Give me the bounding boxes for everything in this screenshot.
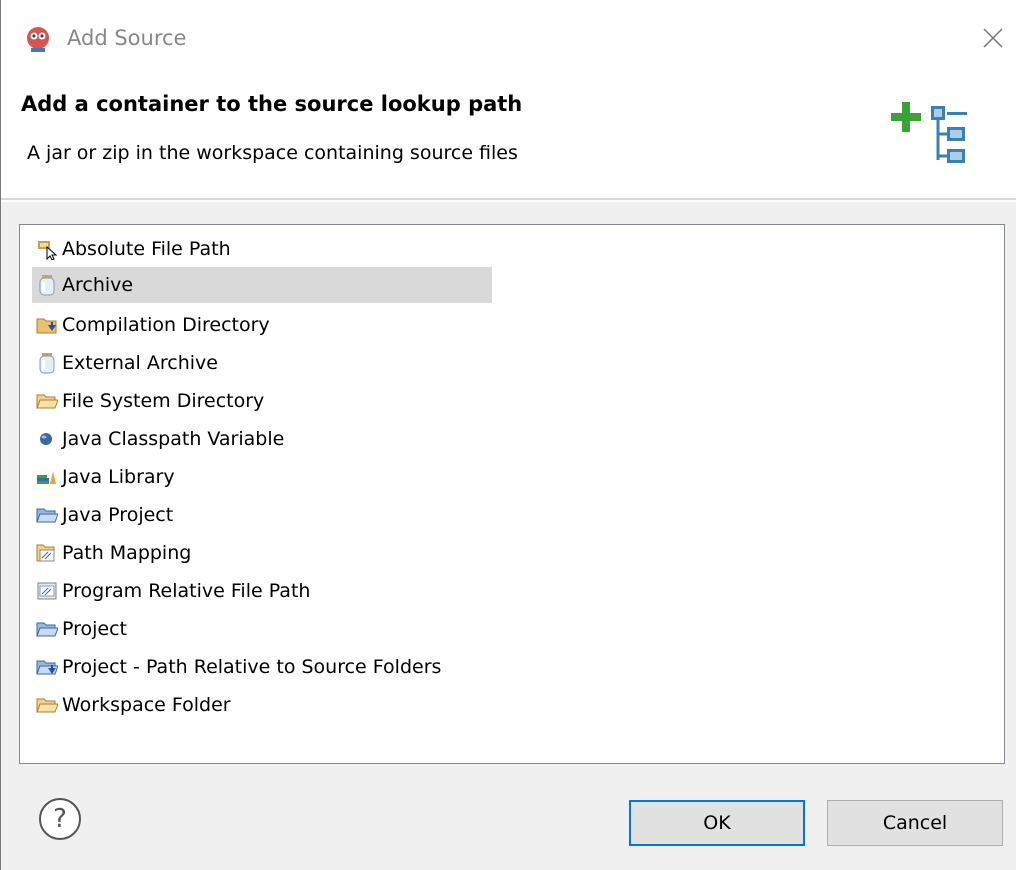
list-item-compilation-directory[interactable]: Compilation Directory	[32, 307, 492, 343]
folder-icon	[36, 698, 58, 713]
jar-icon	[39, 275, 55, 296]
absolute-file-path-icon	[38, 241, 58, 260]
program-path-icon	[37, 582, 57, 600]
project-folder-icon	[36, 508, 58, 523]
title-bar: Add Source	[1, 0, 1016, 78]
list-item-java-project[interactable]: Java Project	[32, 497, 492, 533]
cancel-button[interactable]: Cancel	[827, 800, 1003, 846]
list-item-project[interactable]: Project	[32, 611, 492, 647]
folder-icon	[36, 394, 58, 409]
app-icon	[27, 27, 49, 52]
library-icon	[37, 471, 56, 484]
help-button[interactable]: ?	[39, 798, 81, 840]
list-item-java-library[interactable]: Java Library	[32, 459, 492, 495]
compilation-folder-icon	[36, 318, 57, 334]
list-item-absolute-file-path[interactable]: Absolute File Path	[32, 231, 492, 267]
help-icon: ?	[53, 804, 67, 834]
close-icon	[983, 28, 1003, 48]
header-banner: Add a container to the source lookup pat…	[1, 78, 1016, 200]
classpath-variable-icon	[40, 433, 52, 445]
banner-title: Add a container to the source lookup pat…	[21, 92, 523, 116]
add-source-dialog: Add Source Add a container to the source…	[0, 0, 1016, 870]
add-container-icon	[891, 102, 967, 163]
close-button[interactable]	[969, 14, 1016, 62]
list-item-external-archive[interactable]: External Archive	[32, 345, 492, 381]
project-folder-icon	[36, 622, 58, 637]
banner-description: A jar or zip in the workspace containing…	[27, 142, 518, 164]
jar-icon	[39, 353, 55, 374]
list-item-java-classpath-variable[interactable]: Java Classpath Variable	[32, 421, 492, 457]
list-item-program-relative-file-path[interactable]: Program Relative File Path	[32, 573, 492, 609]
list-item-file-system-directory[interactable]: File System Directory	[32, 383, 492, 419]
list-item-archive[interactable]: Archive	[32, 267, 492, 303]
ok-button[interactable]: OK	[629, 800, 805, 846]
window-title: Add Source	[67, 26, 187, 50]
list-item-project-path-relative[interactable]: Project - Path Relative to Source Folder…	[32, 649, 492, 685]
source-type-list[interactable]: Absolute File Path Archive Compilation D…	[19, 224, 1005, 764]
list-item-workspace-folder[interactable]: Workspace Folder	[32, 687, 492, 723]
list-item-path-mapping[interactable]: Path Mapping	[32, 535, 492, 571]
project-relative-icon	[36, 660, 58, 675]
path-mapping-icon	[36, 544, 55, 562]
